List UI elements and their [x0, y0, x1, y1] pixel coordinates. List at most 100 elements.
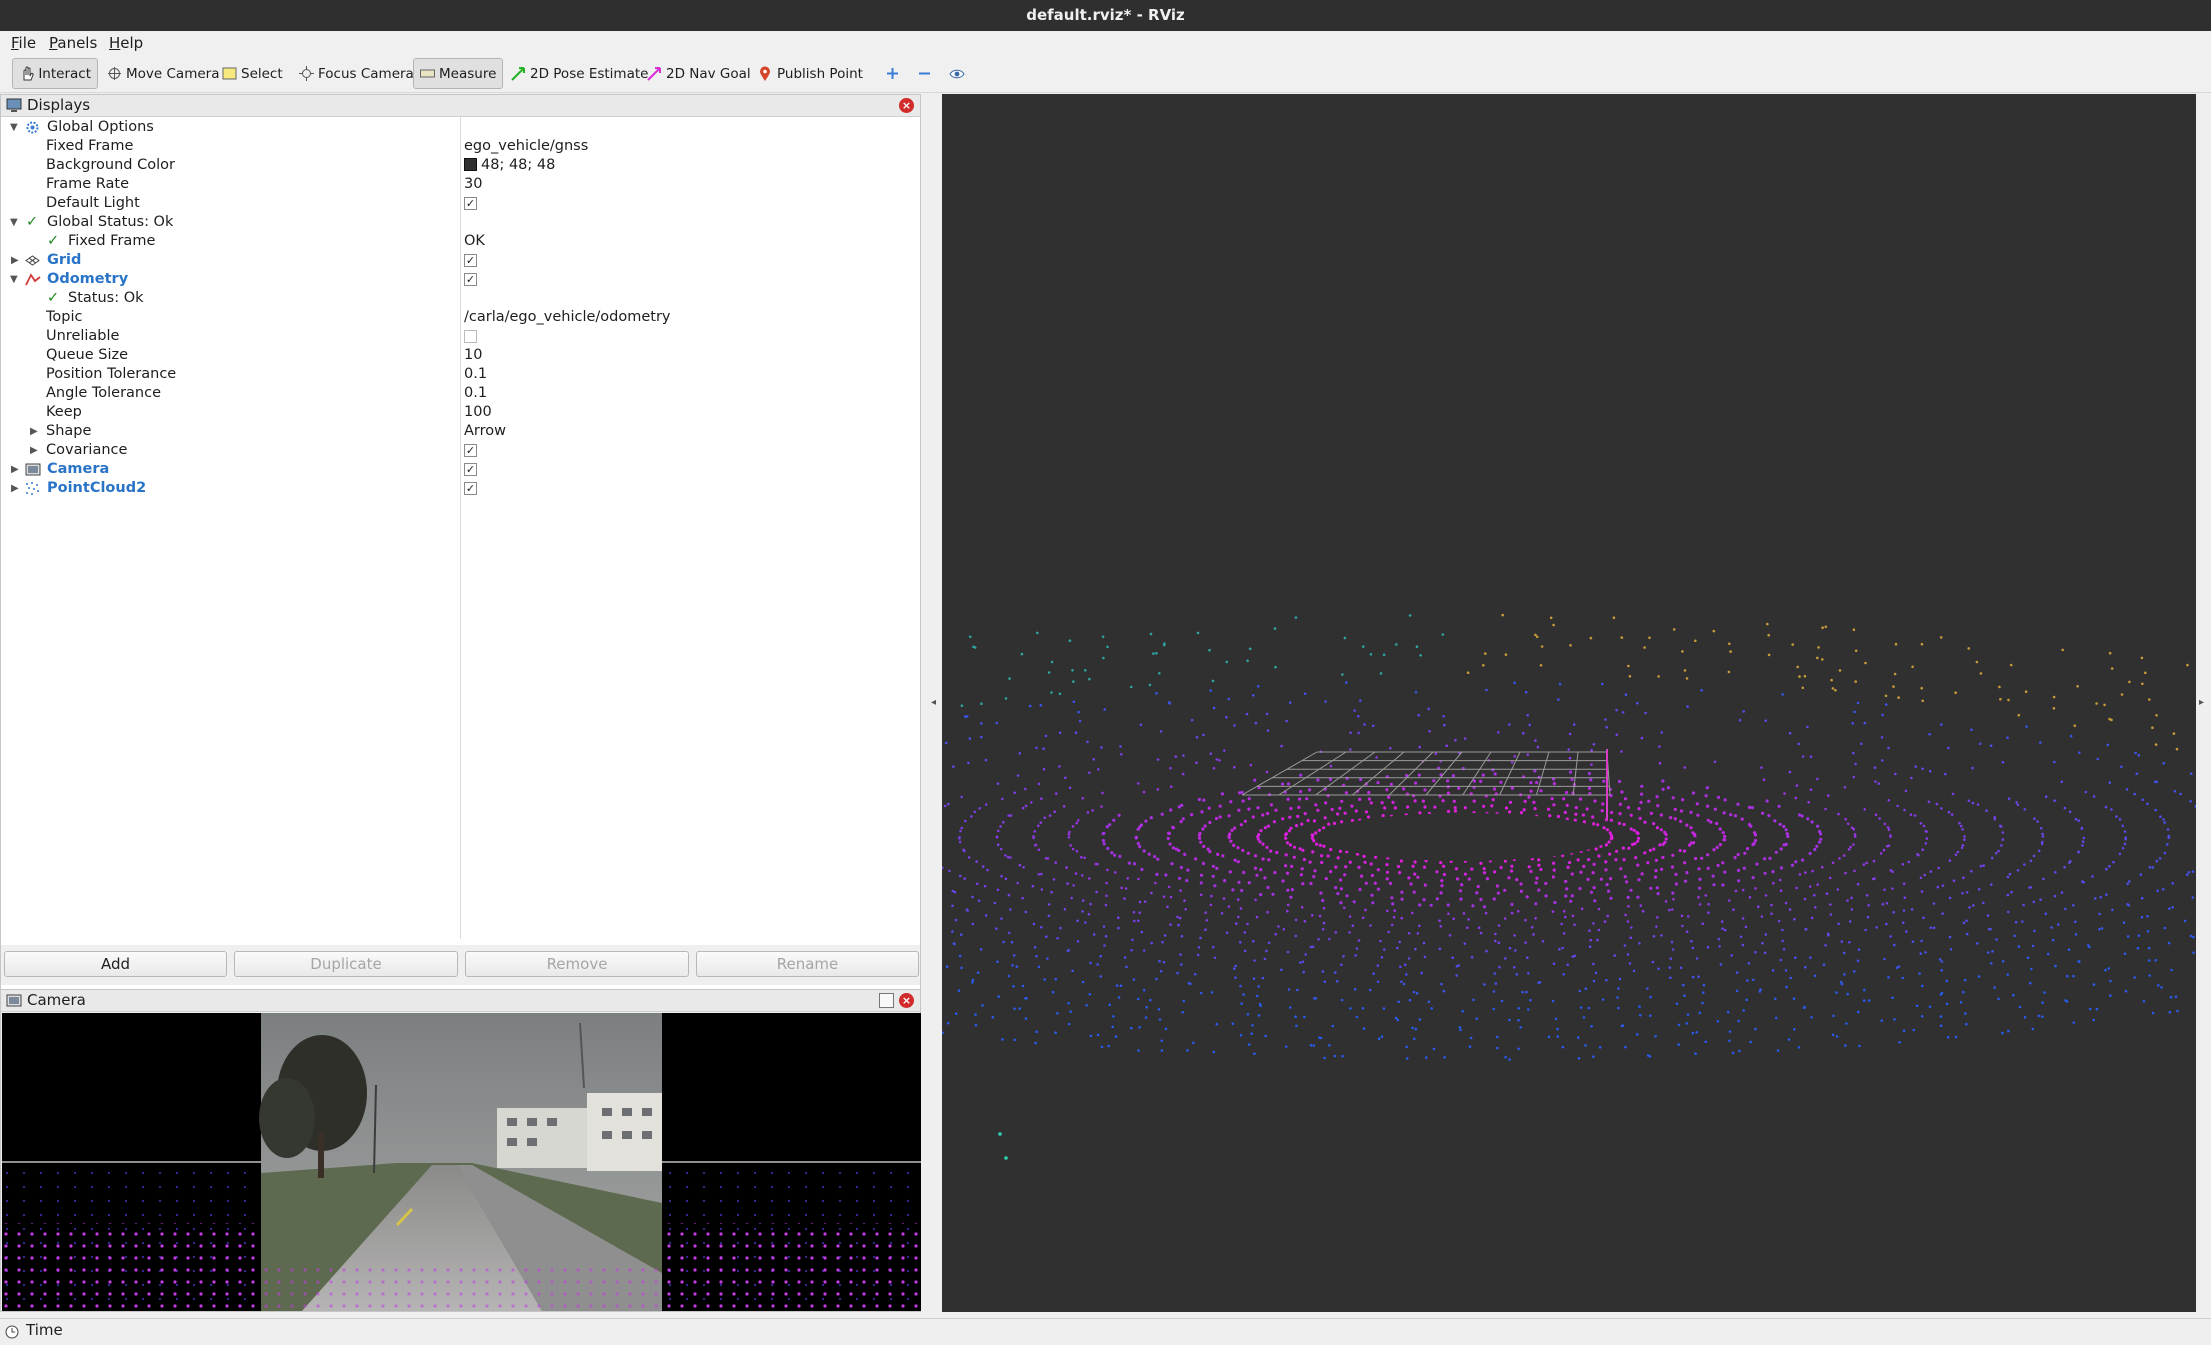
camera-image-view[interactable] — [2, 1013, 921, 1311]
tree-row-shape[interactable]: ▶ Shape Arrow — [1, 422, 920, 441]
splitter-left-arrow-icon[interactable]: ◂ — [931, 697, 936, 708]
unreliable-label: Unreliable — [46, 328, 120, 344]
tree-row-odometry[interactable]: ▼ Odometry ✓ — [1, 270, 920, 289]
topic-value[interactable]: /carla/ego_vehicle/odometry — [464, 308, 671, 327]
focus-camera-icon — [298, 66, 314, 82]
expand-arrow-icon[interactable]: ▼ — [10, 118, 18, 137]
focus-camera-label: Focus Camera — [318, 65, 414, 82]
render-3d-view[interactable] — [941, 94, 2197, 1312]
global-status-label: Global Status: Ok — [47, 214, 174, 230]
shape-value[interactable]: Arrow — [464, 422, 506, 441]
camera-icon — [25, 462, 41, 477]
tree-row-pointcloud2[interactable]: ▶ PointCloud2 ✓ — [1, 479, 920, 498]
collapse-arrow-icon[interactable]: ▶ — [11, 251, 19, 270]
publish-point-label: Publish Point — [777, 65, 863, 82]
global-options-label: Global Options — [47, 119, 154, 135]
expand-arrow-icon[interactable]: ▼ — [10, 270, 18, 289]
position-tolerance-value[interactable]: 0.1 — [464, 365, 487, 384]
toolbar: Interact Move Camera Select Focus Camera… — [0, 55, 2211, 93]
add-button[interactable]: Add — [4, 951, 227, 977]
tree-row-fixed-frame[interactable]: Fixed Frame ego_vehicle/gnss — [1, 137, 920, 156]
collapse-arrow-icon[interactable]: ▶ — [30, 422, 38, 441]
display-buttons: Add Duplicate Remove Rename — [1, 945, 920, 985]
angle-tolerance-value[interactable]: 0.1 — [464, 384, 487, 403]
pointcloud-icon — [25, 481, 40, 496]
unreliable-checkbox[interactable] — [464, 330, 477, 343]
select-tool-button[interactable]: Select — [214, 58, 290, 89]
remove-button[interactable]: Remove — [465, 951, 689, 977]
tree-row-queue-size[interactable]: Queue Size 10 — [1, 346, 920, 365]
tree-row-unreliable[interactable]: Unreliable — [1, 327, 920, 346]
measure-tool-button[interactable]: Measure — [413, 58, 503, 89]
undock-icon[interactable] — [879, 993, 894, 1008]
topic-label: Topic — [46, 309, 83, 325]
collapse-arrow-icon[interactable]: ▶ — [11, 460, 19, 479]
tree-row-angle-tolerance[interactable]: Angle Tolerance 0.1 — [1, 384, 920, 403]
tree-row-camera[interactable]: ▶ Camera ✓ — [1, 460, 920, 479]
tree-row-frame-rate[interactable]: Frame Rate 30 — [1, 175, 920, 194]
odometry-enabled-checkbox[interactable]: ✓ — [464, 273, 477, 286]
splitter-left[interactable]: ◂ — [921, 94, 936, 1312]
move-camera-tool-button[interactable]: Move Camera — [99, 58, 226, 89]
collapse-arrow-icon[interactable]: ▶ — [30, 441, 38, 460]
focus-camera-tool-button[interactable]: Focus Camera — [291, 58, 421, 89]
camera-enabled-checkbox[interactable]: ✓ — [464, 463, 477, 476]
pointcloud-display-label: PointCloud2 — [47, 480, 147, 496]
publish-point-tool-button[interactable]: Publish Point — [750, 58, 870, 89]
fixed-frame-value[interactable]: ego_vehicle/gnss — [464, 137, 588, 156]
splitter-right-arrow-icon[interactable]: ▸ — [2199, 697, 2204, 708]
tree-row-odometry-status[interactable]: ✓ Status: Ok — [1, 289, 920, 308]
default-light-checkbox[interactable]: ✓ — [464, 197, 477, 210]
tree-row-grid[interactable]: ▶ Grid ✓ — [1, 251, 920, 270]
background-color-value[interactable]: 48; 48; 48 — [464, 156, 555, 175]
tree-row-topic[interactable]: Topic /carla/ego_vehicle/odometry — [1, 308, 920, 327]
odometry-display-label: Odometry — [47, 271, 129, 287]
rename-button[interactable]: Rename — [696, 951, 919, 977]
status-fixed-frame-label: Fixed Frame — [68, 233, 156, 249]
tree-row-keep[interactable]: Keep 100 — [1, 403, 920, 422]
tree-row-covariance[interactable]: ▶ Covariance ✓ — [1, 441, 920, 460]
remove-tool-button[interactable] — [909, 58, 939, 89]
menu-panels[interactable]: Panels — [49, 34, 97, 52]
displays-title: Displays — [27, 96, 91, 114]
position-tolerance-label: Position Tolerance — [46, 366, 177, 382]
close-icon[interactable]: × — [899, 98, 914, 113]
tree-row-status-fixed-frame[interactable]: ✓ Fixed Frame OK — [1, 232, 920, 251]
check-icon: ✓ — [47, 233, 60, 249]
menu-file[interactable]: File — [11, 34, 36, 52]
pointcloud-enabled-checkbox[interactable]: ✓ — [464, 482, 477, 495]
pose-estimate-tool-button[interactable]: 2D Pose Estimate — [503, 58, 655, 89]
menu-help[interactable]: Help — [109, 34, 143, 52]
plus-icon — [884, 66, 900, 82]
expand-arrow-icon[interactable]: ▼ — [10, 213, 18, 232]
nav-goal-tool-button[interactable]: 2D Nav Goal — [639, 58, 758, 89]
tree-row-global-status[interactable]: ▼ ✓ Global Status: Ok — [1, 213, 920, 232]
angle-tolerance-label: Angle Tolerance — [46, 385, 162, 401]
duplicate-button[interactable]: Duplicate — [234, 951, 458, 977]
splitter-right[interactable]: ▸ — [2197, 94, 2211, 1312]
clock-icon — [5, 1323, 21, 1339]
displays-panel: Displays × ▼ Global Options Fixed Frame … — [0, 94, 921, 990]
gear-icon — [25, 120, 40, 135]
tree-row-global-options[interactable]: ▼ Global Options — [1, 118, 920, 137]
tree-row-background-color[interactable]: Background Color 48; 48; 48 — [1, 156, 920, 175]
close-icon[interactable]: × — [899, 993, 914, 1008]
minus-icon — [916, 66, 932, 82]
grid-enabled-checkbox[interactable]: ✓ — [464, 254, 477, 267]
frame-rate-value[interactable]: 30 — [464, 175, 482, 194]
status-fixed-frame-value: OK — [464, 233, 485, 249]
tree-row-default-light[interactable]: Default Light ✓ — [1, 194, 920, 213]
keep-value[interactable]: 100 — [464, 403, 492, 422]
queue-size-value[interactable]: 10 — [464, 346, 482, 365]
add-tool-button[interactable] — [877, 58, 907, 89]
interact-tool-button[interactable]: Interact — [12, 58, 98, 89]
default-light-label: Default Light — [46, 195, 140, 211]
tree-row-position-tolerance[interactable]: Position Tolerance 0.1 — [1, 365, 920, 384]
covariance-checkbox[interactable]: ✓ — [464, 444, 477, 457]
collapse-arrow-icon[interactable]: ▶ — [11, 479, 19, 498]
odometry-icon — [25, 272, 41, 287]
view-options-tool-button[interactable] — [942, 58, 972, 89]
camera-display-label: Camera — [47, 461, 110, 477]
select-icon — [221, 66, 237, 82]
fixed-frame-label: Fixed Frame — [46, 138, 134, 154]
